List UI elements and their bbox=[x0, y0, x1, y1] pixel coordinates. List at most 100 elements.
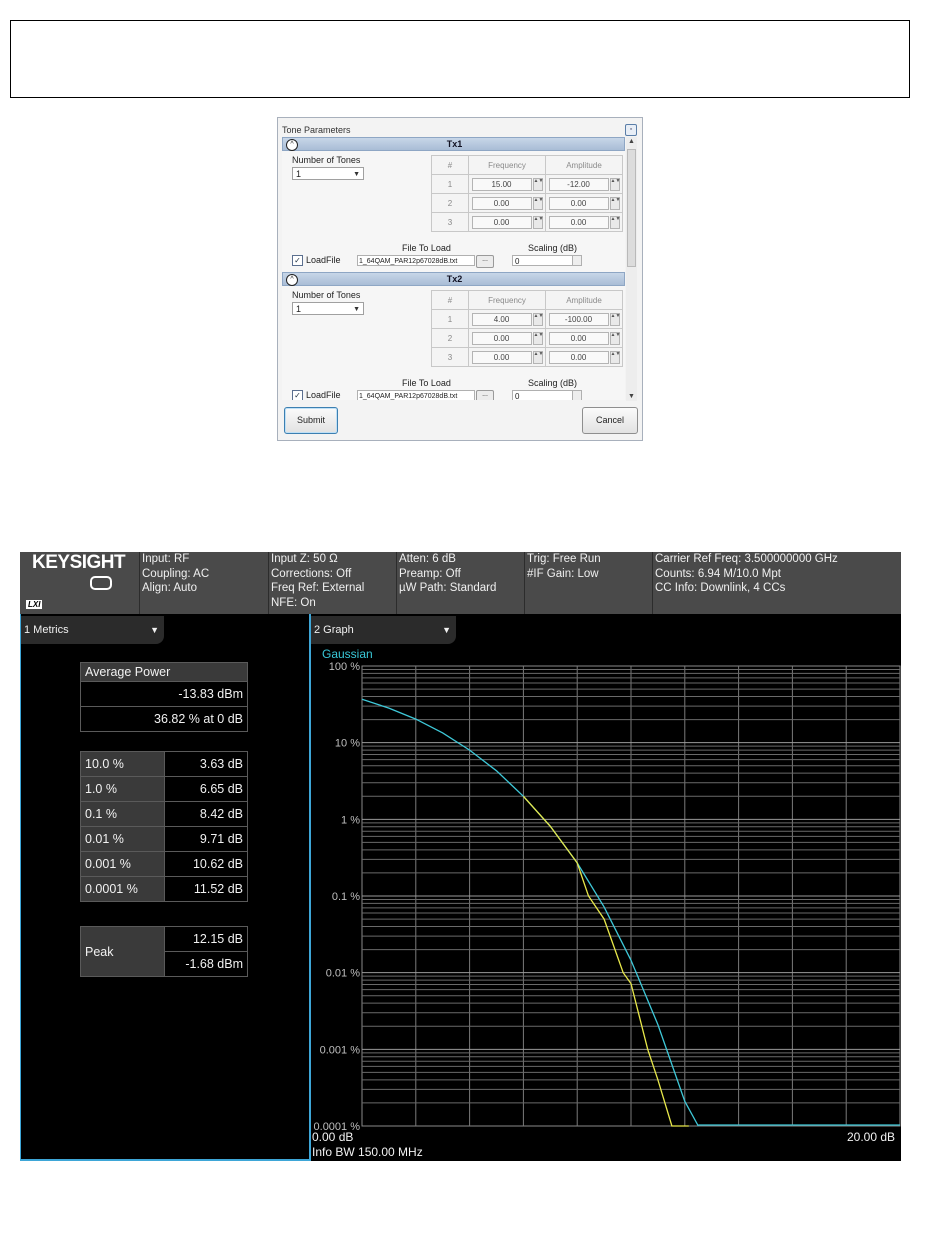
dropdown-arrow-icon: ▼ bbox=[353, 306, 360, 313]
col-frequency: Frequency bbox=[468, 290, 546, 310]
spinner-icon[interactable] bbox=[572, 391, 581, 400]
y-tick-label: 10 % bbox=[335, 738, 360, 750]
spinner-icon[interactable]: ▲▼ bbox=[532, 331, 543, 345]
cancel-button[interactable]: Cancel bbox=[582, 407, 638, 434]
frequency-cell[interactable]: 15.00 ▲▼ bbox=[468, 174, 546, 194]
frequency-input[interactable]: 0.00 bbox=[471, 331, 532, 345]
amplitude-cell[interactable]: -12.00 ▲▼ bbox=[545, 174, 623, 194]
table-row: 1 4.00 ▲▼ -100.00 ▲▼ bbox=[431, 309, 623, 329]
num-tones-label: Number of Tones bbox=[292, 290, 361, 300]
col-frequency: Frequency bbox=[468, 155, 546, 175]
table-row: 1 15.00 ▲▼ -12.00 ▲▼ bbox=[431, 174, 623, 194]
frequency-cell[interactable]: 0.00 ▲▼ bbox=[468, 193, 546, 213]
y-tick-label: 1 % bbox=[341, 814, 360, 826]
submit-button[interactable]: Submit bbox=[284, 407, 338, 434]
browse-button[interactable]: ... bbox=[476, 255, 494, 268]
scaling-value: 0 bbox=[515, 257, 520, 266]
spinner-icon[interactable] bbox=[572, 256, 581, 265]
file-path-input[interactable]: 1_64QAM_PAR12p67028dB.txt bbox=[357, 390, 475, 400]
section-header-tx2[interactable]: ^ Tx2 bbox=[282, 272, 625, 286]
amplitude-cell[interactable]: -100.00 ▲▼ bbox=[545, 309, 623, 329]
section-tx2: ^ Tx2 Number of Tones 1 ▼ # Frequency Am… bbox=[282, 272, 625, 400]
scaling-value: 0 bbox=[515, 392, 520, 400]
spinner-icon[interactable]: ▲▼ bbox=[609, 196, 620, 210]
num-tones-select[interactable]: 1 ▼ bbox=[292, 167, 364, 180]
y-tick-label: 0.0001 % bbox=[314, 1121, 361, 1133]
amplitude-cell[interactable]: 0.00 ▲▼ bbox=[545, 193, 623, 213]
frequency-input[interactable]: 15.00 bbox=[471, 177, 532, 191]
dialog-scrollbar[interactable]: ▲ ▼ bbox=[626, 137, 637, 401]
spinner-icon[interactable]: ▲▼ bbox=[609, 350, 620, 364]
scaling-input[interactable]: 0 bbox=[512, 255, 582, 266]
frequency-cell[interactable]: 0.00 ▲▼ bbox=[468, 328, 546, 348]
scroll-up-icon[interactable]: ▲ bbox=[626, 138, 637, 145]
browse-button[interactable]: ... bbox=[476, 390, 494, 400]
amplitude-cell[interactable]: 0.00 ▲▼ bbox=[545, 328, 623, 348]
amplitude-input[interactable]: 0.00 bbox=[548, 215, 609, 229]
scaling-label: Scaling (dB) bbox=[528, 378, 578, 388]
dialog-title: Tone Parameters bbox=[282, 125, 351, 135]
num-tones-value: 1 bbox=[296, 304, 302, 314]
col-amplitude: Amplitude bbox=[545, 155, 623, 175]
table-row: 2 0.00 ▲▼ 0.00 ▲▼ bbox=[431, 193, 623, 213]
amplitude-input[interactable]: 0.00 bbox=[548, 350, 609, 364]
row-number: 2 bbox=[431, 328, 469, 348]
section-header-tx1[interactable]: ^ Tx1 bbox=[282, 137, 625, 151]
col-hash: # bbox=[431, 290, 469, 310]
signal-analyzer-screen: KEYSIGHT LXI Input: RF Coupling: AC Alig… bbox=[20, 552, 901, 1161]
scaling-label: Scaling (dB) bbox=[528, 243, 578, 253]
spinner-icon[interactable]: ▲▼ bbox=[532, 177, 543, 191]
spinner-icon[interactable]: ▲▼ bbox=[532, 312, 543, 326]
frequency-input[interactable]: 0.00 bbox=[471, 215, 532, 229]
loadfile-checkbox[interactable]: ✓ bbox=[292, 255, 303, 266]
scroll-thumb[interactable] bbox=[627, 149, 636, 267]
frequency-cell[interactable]: 0.00 ▲▼ bbox=[468, 212, 546, 232]
dialog-body: ^ Tx1 Number of Tones 1 ▼ # Frequency Am… bbox=[282, 137, 625, 400]
y-tick-label: 0.01 % bbox=[326, 968, 360, 980]
section-name: Tx1 bbox=[446, 139, 463, 149]
file-to-load-label: File To Load bbox=[402, 378, 451, 388]
file-path-input[interactable]: 1_64QAM_PAR12p67028dB.txt bbox=[357, 255, 475, 266]
tone-parameters-dialog: Tone Parameters ▫ ^ Tx1 Number of Tones … bbox=[277, 117, 643, 441]
frequency-input[interactable]: 0.00 bbox=[471, 196, 532, 210]
spinner-icon[interactable]: ▲▼ bbox=[532, 215, 543, 229]
frequency-input[interactable]: 0.00 bbox=[471, 350, 532, 364]
num-tones-select[interactable]: 1 ▼ bbox=[292, 302, 364, 315]
scroll-down-icon[interactable]: ▼ bbox=[626, 393, 637, 400]
amplitude-cell[interactable]: 0.00 ▲▼ bbox=[545, 212, 623, 232]
spinner-icon[interactable]: ▲▼ bbox=[609, 331, 620, 345]
section-tx1: ^ Tx1 Number of Tones 1 ▼ # Frequency Am… bbox=[282, 137, 625, 272]
y-tick-label: 0.1 % bbox=[332, 891, 360, 903]
row-number: 1 bbox=[431, 174, 469, 194]
amplitude-input[interactable]: -12.00 bbox=[548, 177, 609, 191]
amplitude-cell[interactable]: 0.00 ▲▼ bbox=[545, 347, 623, 367]
spinner-icon[interactable]: ▲▼ bbox=[532, 196, 543, 210]
scaling-input[interactable]: 0 bbox=[512, 390, 582, 400]
top-empty-box bbox=[10, 20, 910, 98]
frequency-input[interactable]: 4.00 bbox=[471, 312, 532, 326]
row-number: 1 bbox=[431, 309, 469, 329]
tone-table: # Frequency Amplitude 1 15.00 ▲▼ -12.00 ▲▼… bbox=[431, 155, 623, 232]
ccdf-graph[interactable]: 100 % 10 % 1 % 0.1 % 0.01 % 0.001 % 0.0001 % bbox=[20, 552, 901, 1161]
frequency-cell[interactable]: 4.00 ▲▼ bbox=[468, 309, 546, 329]
spinner-icon[interactable]: ▲▼ bbox=[609, 177, 620, 191]
row-number: 3 bbox=[431, 347, 469, 367]
table-row: 2 0.00 ▲▼ 0.00 ▲▼ bbox=[431, 328, 623, 348]
table-row: 3 0.00 ▲▼ 0.00 ▲▼ bbox=[431, 347, 623, 367]
spinner-icon[interactable]: ▲▼ bbox=[609, 312, 620, 326]
loadfile-label: LoadFile bbox=[306, 390, 341, 400]
amplitude-input[interactable]: -100.00 bbox=[548, 312, 609, 326]
restore-icon[interactable]: ▫ bbox=[625, 124, 637, 136]
tone-table: # Frequency Amplitude 1 4.00 ▲▼ -100.00 ▲▼… bbox=[431, 290, 623, 367]
loadfile-checkbox[interactable]: ✓ bbox=[292, 390, 303, 400]
spinner-icon[interactable]: ▲▼ bbox=[532, 350, 543, 364]
table-row: 3 0.00 ▲▼ 0.00 ▲▼ bbox=[431, 212, 623, 232]
section-name: Tx2 bbox=[446, 274, 463, 284]
dropdown-arrow-icon: ▼ bbox=[353, 171, 360, 178]
spinner-icon[interactable]: ▲▼ bbox=[609, 215, 620, 229]
amplitude-input[interactable]: 0.00 bbox=[548, 331, 609, 345]
num-tones-label: Number of Tones bbox=[292, 155, 361, 165]
col-hash: # bbox=[431, 155, 469, 175]
amplitude-input[interactable]: 0.00 bbox=[548, 196, 609, 210]
frequency-cell[interactable]: 0.00 ▲▼ bbox=[468, 347, 546, 367]
